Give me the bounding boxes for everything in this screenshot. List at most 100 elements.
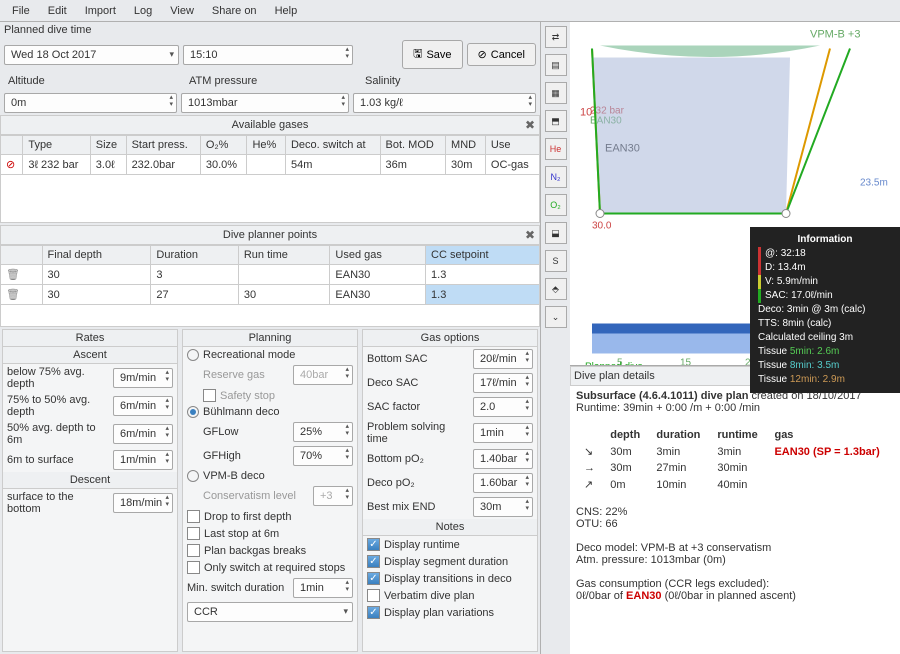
cancel-button[interactable]: ⊘ Cancel [467,43,536,66]
atm-label: ATM pressure [185,73,357,89]
best-end[interactable]: 30m [473,497,533,517]
side-icon-4[interactable]: He [545,138,567,160]
sac-factor[interactable]: 2.0 [473,397,533,417]
time-spin[interactable]: 15:10 [183,45,353,65]
side-toolbar: ⇄ ▤ ▦ ⬒ He N₂ O₂ ⬓ S ⬘ ⌄ [540,22,570,654]
rate-50to6-label: 50% avg. depth to 6m [7,422,109,446]
only-switch-check[interactable] [187,561,200,574]
menu-share[interactable]: Share on [204,3,265,19]
altitude-spin[interactable]: 0m [4,93,177,113]
bottom-po2[interactable]: 1.40bar [473,449,533,469]
deco-sac-label: Deco SAC [367,377,469,389]
reserve-gas: 40bar [293,365,353,385]
plan-point-row[interactable]: 🗑302730EAN301.3 [1,285,540,305]
date-combo[interactable]: Wed 18 Oct 2017 [4,45,179,65]
gflow-label: GFLow [203,426,289,438]
drop-first-label: Drop to first depth [204,511,291,523]
menu-edit[interactable]: Edit [40,3,75,19]
menu-log[interactable]: Log [126,3,160,19]
points-table: Final depthDurationRun timeUsed gasCC se… [0,245,540,305]
atm-spin[interactable]: 1013mbar [181,93,349,113]
plan-table: depthdurationruntimegas ↘30m3min3minEAN3… [576,426,894,494]
notes-title: Notes [363,519,537,536]
rec-mode-radio[interactable] [187,349,199,361]
last-6m-check[interactable] [187,527,200,540]
deco-sac[interactable]: 17ℓ/min [473,373,533,393]
close-gases-icon[interactable]: ✖ [525,118,535,132]
rates-title: Rates [3,330,177,347]
menu-view[interactable]: View [162,3,202,19]
bottom-sac[interactable]: 20ℓ/min [473,349,533,369]
side-icon-0[interactable]: ⇄ [545,26,567,48]
side-icon-10[interactable]: ⌄ [545,306,567,328]
save-button[interactable]: 🖫 Save [402,40,462,69]
note-check[interactable] [367,589,380,602]
rec-mode-label: Recreational mode [203,349,295,361]
deco-po2[interactable]: 1.60bar [473,473,533,493]
menubar: File Edit Import Log View Share on Help [0,0,900,22]
last-6m-label: Last stop at 6m [204,528,279,540]
backgas-label: Plan backgas breaks [204,545,306,557]
menu-import[interactable]: Import [77,3,124,19]
prob-time[interactable]: 1min [473,423,533,443]
rate-75to50-label: 75% to 50% avg. depth [7,394,109,418]
note-check[interactable] [367,606,380,619]
note-check[interactable] [367,538,380,551]
cons-spin: +3 [313,486,353,506]
drop-first-check[interactable] [187,510,200,523]
gflow-spin[interactable]: 25% [293,422,353,442]
rate-75to50[interactable]: 6m/min [113,396,173,416]
close-points-icon[interactable]: ✖ [525,228,535,242]
only-switch-label: Only switch at required stops [204,562,345,574]
side-icon-3[interactable]: ⬒ [545,110,567,132]
gas-options-panel: Gas options Bottom SAC20ℓ/min Deco SAC17… [362,329,538,652]
buhlmann-radio[interactable] [187,406,199,418]
ccr-combo[interactable]: CCR [187,602,353,622]
rate-below75-label: below 75% avg. depth [7,366,109,390]
rate-below75[interactable]: 9m/min [113,368,173,388]
backgas-check[interactable] [187,544,200,557]
plan-point-row[interactable]: 🗑303EAN301.3 [1,265,540,285]
rate-50to6[interactable]: 6m/min [113,424,173,444]
menu-help[interactable]: Help [267,3,306,19]
cancel-icon: ⊘ [478,48,487,61]
svg-text:Planned dive: Planned dive [585,362,643,366]
side-icon-6[interactable]: O₂ [545,194,567,216]
side-icon-7[interactable]: ⬓ [545,222,567,244]
gfhigh-label: GFHigh [203,450,289,462]
model-label: VPM-B +3 [810,29,860,41]
info-tooltip: Information @: 32:18 D: 13.4m V: 5.9m/mi… [750,227,900,393]
side-icon-2[interactable]: ▦ [545,82,567,104]
safety-stop-label: Safety stop [220,390,275,402]
side-icon-1[interactable]: ▤ [545,54,567,76]
ascent-title: Ascent [3,347,177,364]
min-switch-spin[interactable]: 1min [293,578,353,598]
svg-text:30.0: 30.0 [592,221,612,232]
side-icon-8[interactable]: S [545,250,567,272]
gas-row[interactable]: ⊘3ℓ 232 bar3.0ℓ232.0bar30.0%54m36m30mOC-… [1,155,540,175]
svg-text:10: 10 [580,107,592,119]
note-check[interactable] [367,572,380,585]
profile-chart: VPM-B +3 232 bar EAN30 10 EAN30 23.5m 30… [570,22,900,366]
note-check[interactable] [367,555,380,568]
rates-panel: Rates Ascent below 75% avg. depth9m/min … [2,329,178,652]
gfhigh-spin[interactable]: 70% [293,446,353,466]
rate-6surf[interactable]: 1m/min [113,450,173,470]
safety-stop-check [203,389,216,402]
gases-table: TypeSizeStart press.O₂%He%Deco. switch a… [0,135,540,175]
deco-po2-label: Deco pO₂ [367,477,469,489]
gas-options-title: Gas options [363,330,537,347]
bottom-po2-label: Bottom pO₂ [367,453,469,465]
gases-title: Available gases ✖ [0,115,540,135]
vpmb-radio[interactable] [187,470,199,482]
planning-panel: Planning Recreational mode Reserve gas40… [182,329,358,652]
details-panel: Dive plan details Subsurface (4.6.4.1011… [570,366,900,654]
cancel-label: Cancel [491,49,525,61]
side-icon-5[interactable]: N₂ [545,166,567,188]
salinity-spin[interactable]: 1.03 kg/ℓ [353,93,536,113]
side-icon-9[interactable]: ⬘ [545,278,567,300]
menu-file[interactable]: File [4,3,38,19]
save-label: Save [426,49,451,61]
buhlmann-label: Bühlmann deco [203,406,279,418]
rate-surf-bottom[interactable]: 18m/min [113,493,173,513]
